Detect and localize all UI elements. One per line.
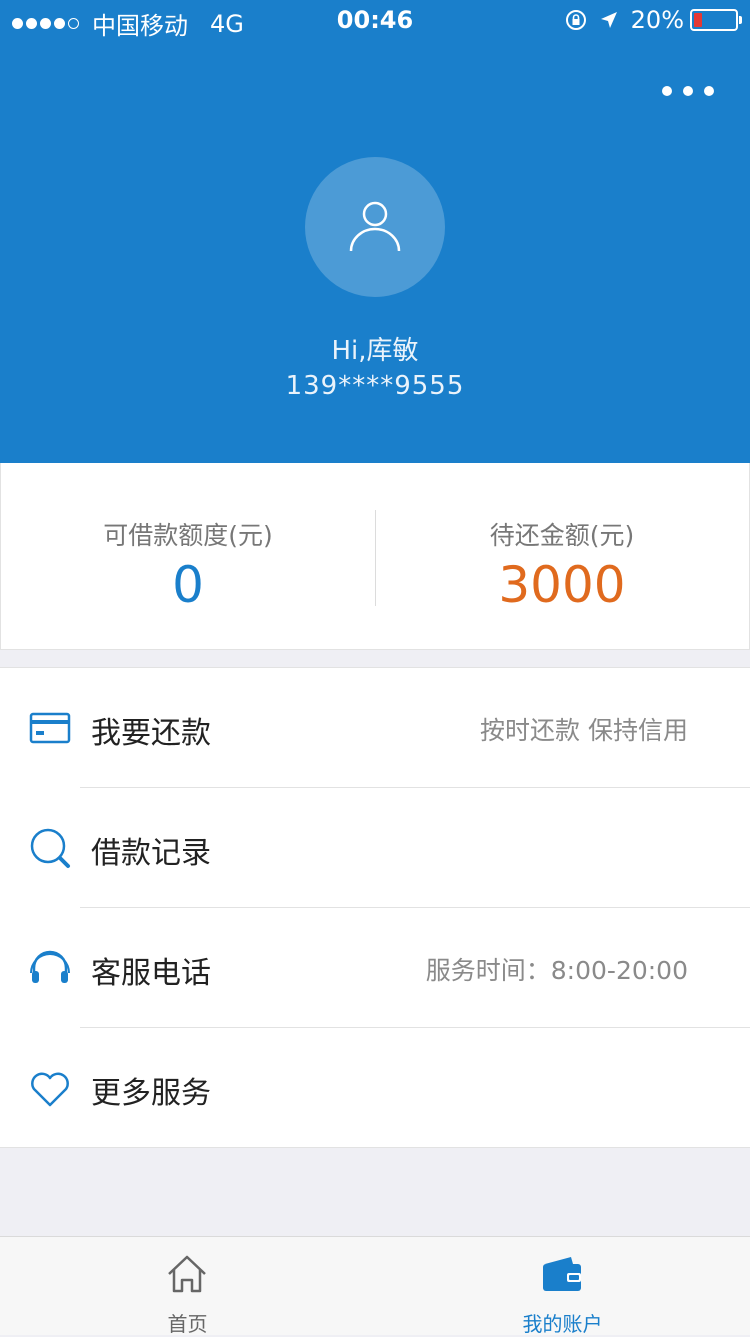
tab-my-account-label: 我的账户 <box>522 1312 603 1336</box>
user-icon <box>349 201 401 252</box>
location-arrow-icon <box>600 12 617 28</box>
tab-home[interactable]: 首页 <box>0 1237 375 1336</box>
menu-item-more-services[interactable]: 更多服务 <box>0 1028 750 1148</box>
menu-hint-customer-service: 服务时间：8:00-20:00 <box>425 956 688 985</box>
headset-icon <box>30 950 70 983</box>
wallet-icon <box>543 1257 581 1291</box>
search-icon <box>30 828 70 868</box>
status-right: 20% <box>565 6 742 34</box>
menu-label-customer-service: 客服电话 <box>91 956 211 991</box>
amount-due[interactable]: 待还金额(元) 3000 <box>375 463 749 649</box>
menu-item-loan-history[interactable]: 借款记录 <box>0 788 750 908</box>
card-icon <box>29 712 71 744</box>
menu-label-loan-history: 借款记录 <box>91 836 211 871</box>
user-greeting: Hi,库敏 <box>331 336 419 366</box>
tab-home-label: 首页 <box>167 1312 208 1336</box>
service-menu: 我要还款 按时还款 保持信用 借款记录 客服电话 服务时间：8:00-20:00… <box>0 667 750 1148</box>
menu-item-customer-service[interactable]: 客服电话 服务时间：8:00-20:00 <box>0 908 750 1028</box>
account-summary: 可借款额度(元) 0 待还金额(元) 3000 <box>0 463 750 650</box>
user-phone: 139****9555 <box>285 371 465 401</box>
bottom-tab-bar: 首页 我的账户 <box>0 1236 750 1336</box>
heart-icon <box>31 1072 69 1107</box>
more-options-icon[interactable] <box>662 86 714 96</box>
menu-hint-repay: 按时还款 保持信用 <box>480 716 688 745</box>
status-bar: 中国移动 4G 00:46 20% <box>0 0 750 40</box>
menu-label-repay: 我要还款 <box>91 716 211 751</box>
tab-my-account[interactable]: 我的账户 <box>375 1237 750 1336</box>
menu-label-more-services: 更多服务 <box>91 1076 211 1111</box>
home-icon <box>168 1255 206 1293</box>
avatar[interactable] <box>305 157 445 297</box>
orientation-lock-icon <box>565 10 586 30</box>
available-credit-value: 0 <box>172 556 204 614</box>
available-credit[interactable]: 可借款额度(元) 0 <box>1 463 375 649</box>
amount-due-value: 3000 <box>498 556 626 614</box>
battery-icon <box>690 9 742 31</box>
battery-percent: 20% <box>630 6 684 34</box>
available-credit-label: 可借款额度(元) <box>103 521 273 550</box>
profile-header: 中国移动 4G 00:46 20% Hi,库敏 139****9555 <box>0 0 750 463</box>
amount-due-label: 待还金额(元) <box>489 521 635 550</box>
menu-item-repay[interactable]: 我要还款 按时还款 保持信用 <box>0 668 750 788</box>
battery-fill <box>694 13 702 27</box>
